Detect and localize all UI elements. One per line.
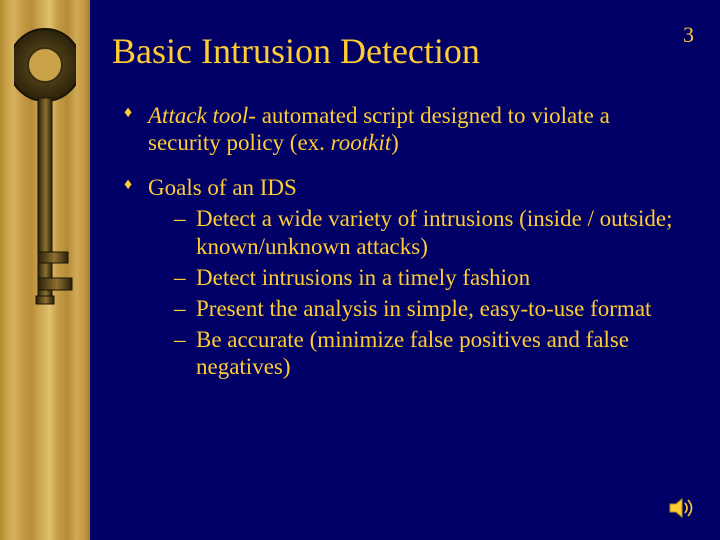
subbullet-text: Detect intrusions in a timely fashion — [196, 265, 530, 290]
slide-title: Basic Intrusion Detection — [112, 30, 480, 72]
subbullet-text: Be accurate (minimize false positives an… — [196, 327, 629, 379]
slide: 3 Basic Intrusion Detection Attack tool-… — [0, 0, 720, 540]
subbullet-text: Present the analysis in simple, easy-to-… — [196, 296, 651, 321]
bullet-tail: ) — [391, 130, 399, 155]
subbullet: Present the analysis in simple, easy-to-… — [148, 295, 684, 322]
bullet-text: Goals of an IDS — [148, 175, 297, 200]
subbullet-text: Detect a wide variety of intrusions (ins… — [196, 206, 673, 258]
subbullet: Be accurate (minimize false positives an… — [148, 326, 684, 380]
bullet-attack-tool: Attack tool- automated script designed t… — [124, 102, 684, 156]
bullet-lead-italic: Attack tool — [148, 103, 248, 128]
key-icon — [14, 20, 76, 350]
bullet-tail-italic: rootkit — [331, 130, 391, 155]
subbullet: Detect intrusions in a timely fashion — [148, 264, 684, 291]
sound-icon — [668, 496, 696, 520]
page-number: 3 — [683, 22, 694, 48]
slide-body: Attack tool- automated script designed t… — [124, 102, 684, 398]
sidebar-image — [0, 0, 90, 540]
subbullet: Detect a wide variety of intrusions (ins… — [148, 205, 684, 259]
bullet-goals: Goals of an IDS Detect a wide variety of… — [124, 174, 684, 380]
